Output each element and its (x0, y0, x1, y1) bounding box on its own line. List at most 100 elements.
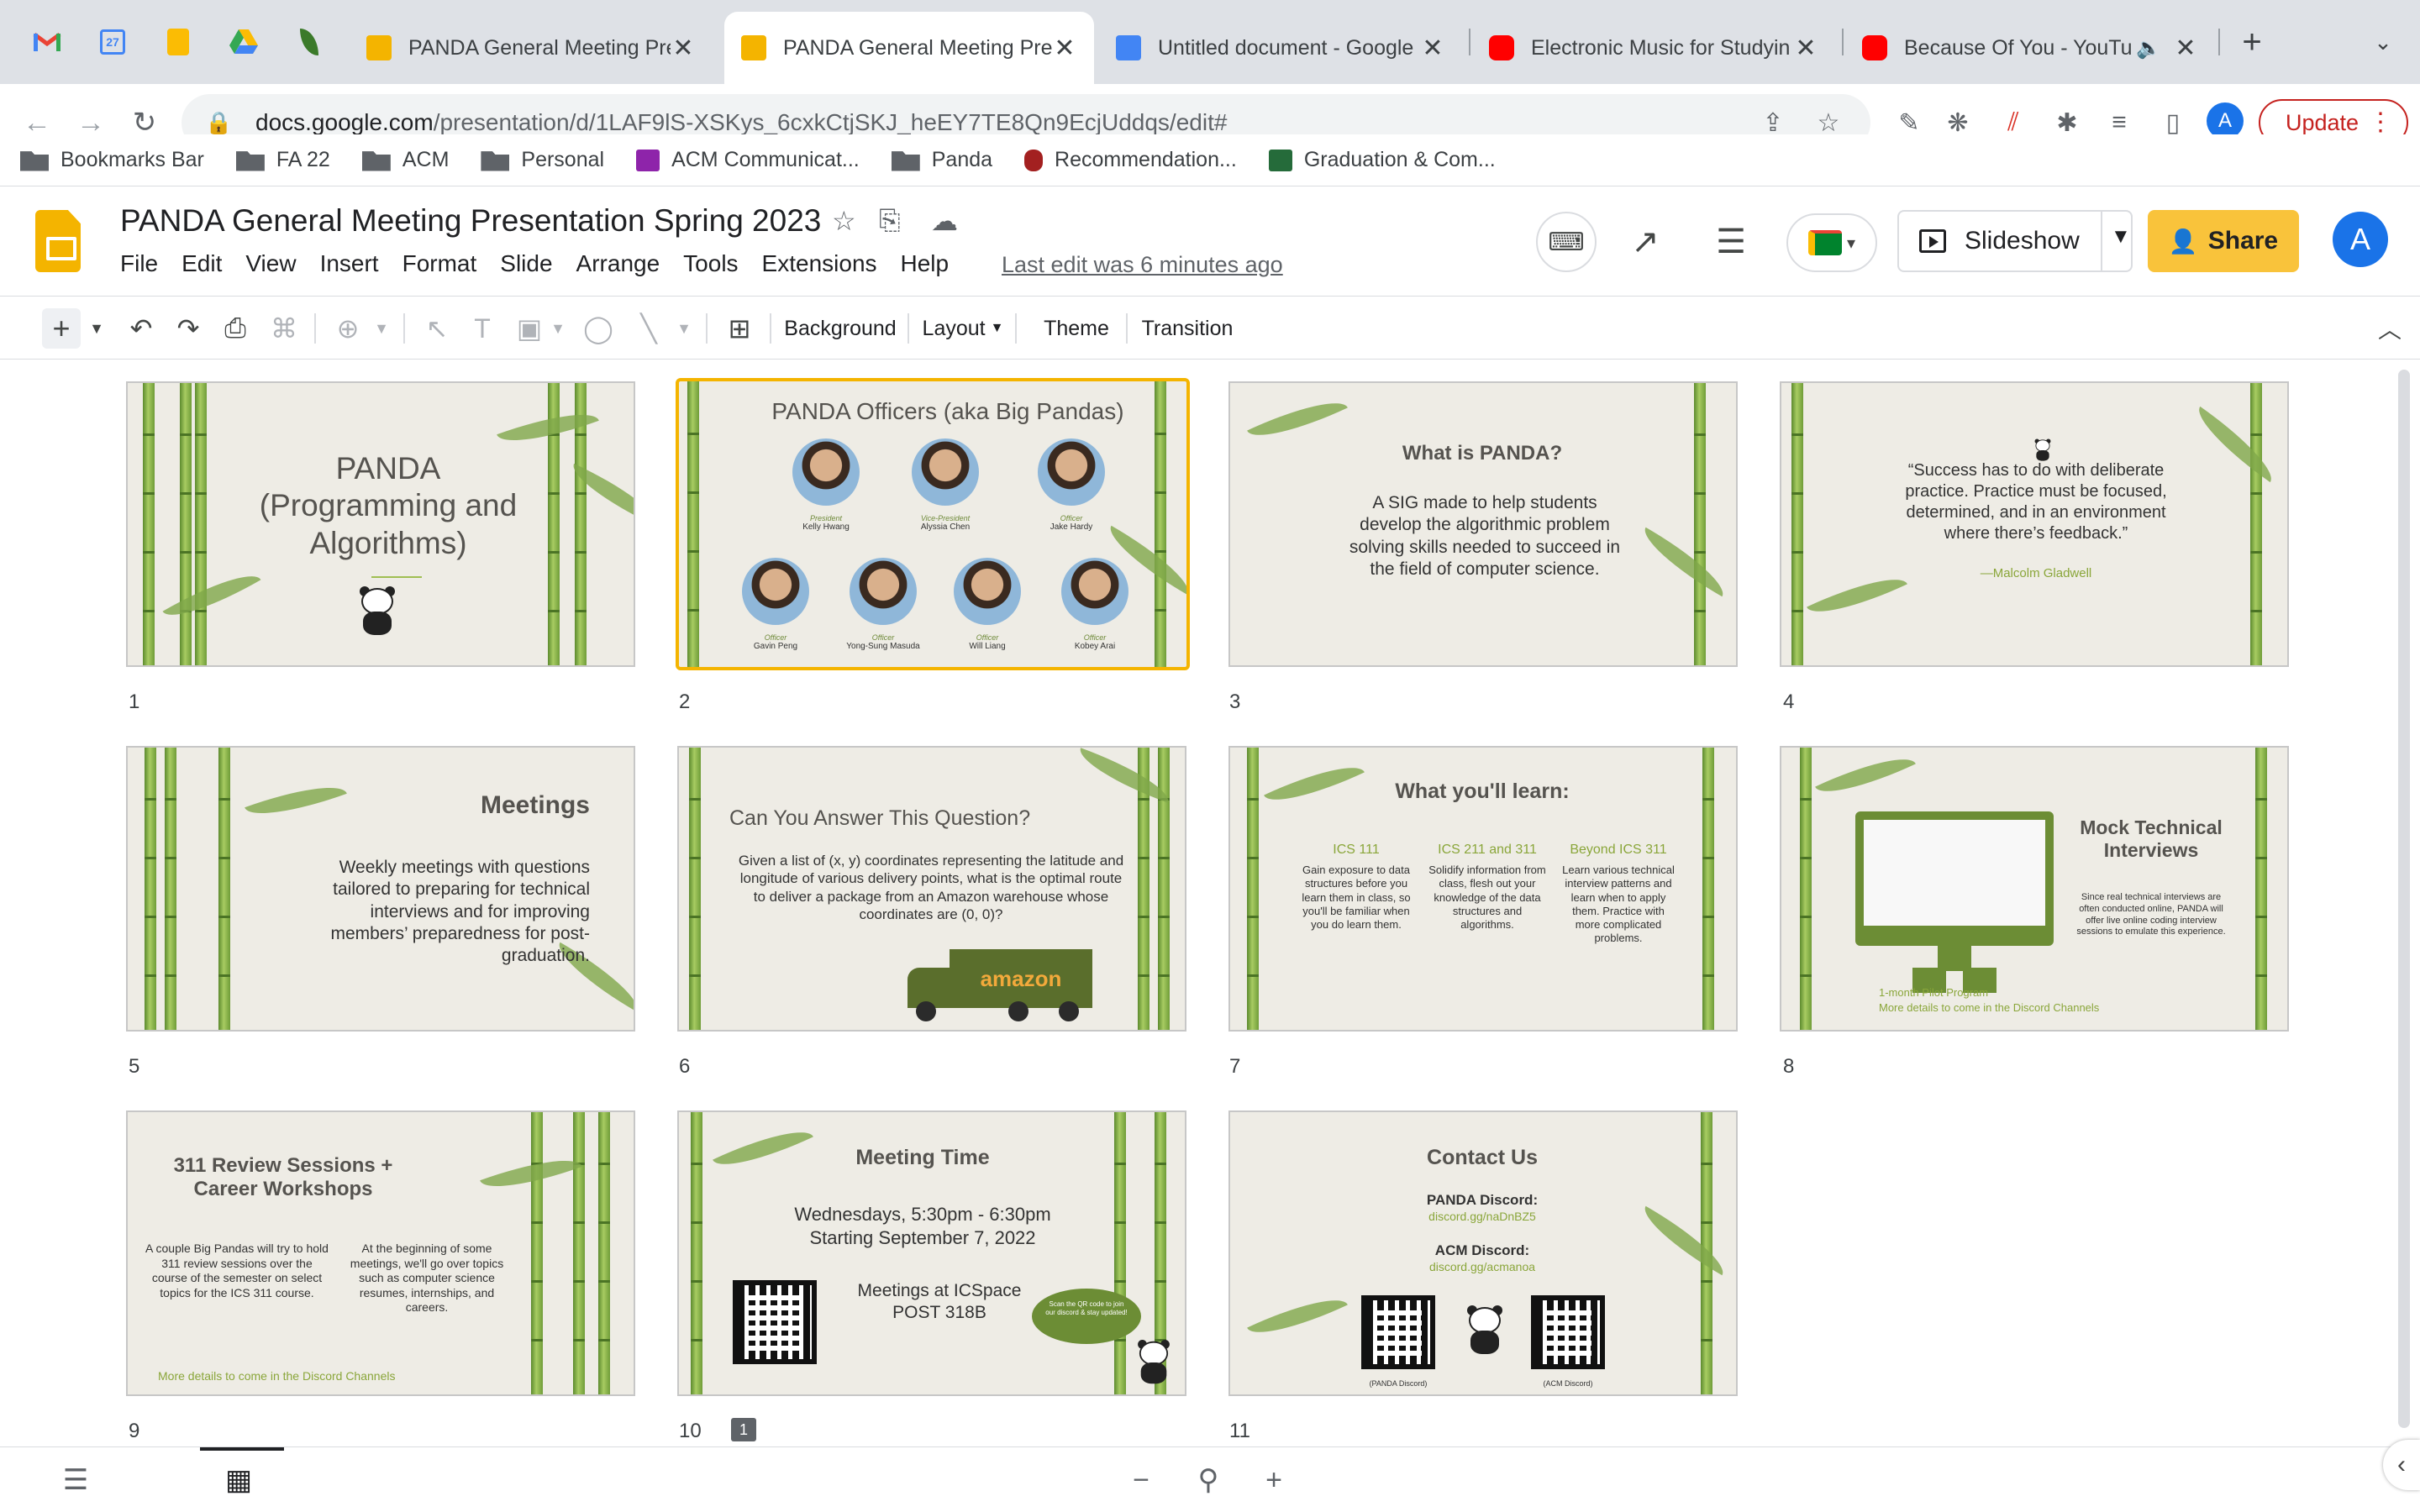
slide-thumbnail-8[interactable]: Mock Technical Interviews Since real tec… (1780, 746, 2289, 1032)
new-slide-layout-chevron-icon[interactable]: ▼ (84, 308, 109, 349)
close-icon[interactable]: ✕ (1420, 34, 1445, 63)
slides-logo-icon[interactable] (35, 210, 81, 272)
calendar-pinned-tab[interactable]: 27 (89, 18, 136, 66)
bookmark-folder[interactable]: Bookmarks Bar (20, 148, 204, 172)
leaf-decoration (1247, 1284, 1348, 1348)
account-avatar[interactable]: A (2333, 212, 2388, 267)
star-icon[interactable]: ☆ (832, 205, 856, 237)
share-button[interactable]: 👤 Share (2148, 210, 2299, 272)
slide-thumbnail-1[interactable]: PANDA (Programming and Algorithms) (126, 381, 635, 667)
menu-tools[interactable]: Tools (683, 250, 738, 277)
menu-edit[interactable]: Edit (182, 250, 222, 277)
bookmark-folder[interactable]: Personal (481, 148, 604, 172)
bamboo-decoration (145, 748, 156, 1030)
line-icon[interactable]: ╲ (629, 308, 669, 349)
tab-youtube-study-music[interactable]: Electronic Music for Studyin ✕ (1472, 12, 1835, 84)
vertical-scrollbar[interactable] (2398, 370, 2410, 1428)
tab-panda-2-active[interactable]: PANDA General Meeting Pre ✕ (724, 12, 1094, 84)
add-comment-icon[interactable]: ⊞ (719, 308, 760, 349)
theme-button[interactable]: Theme (1030, 308, 1123, 349)
bookmark-folder[interactable]: Panda (891, 148, 992, 172)
zoom-icon[interactable]: ⊕ (328, 308, 368, 349)
slide-thumbnail-7[interactable]: What you'll learn: ICS 111 Gain exposure… (1228, 746, 1738, 1032)
slide-thumbnail-10[interactable]: Meeting Time Wednesdays, 5:30pm - 6:30pm… (677, 1110, 1186, 1396)
tab-search-chevron-icon[interactable]: ⌄ (2360, 18, 2407, 66)
slide-thumbnail-9[interactable]: 311 Review Sessions + Career Workshops A… (126, 1110, 635, 1396)
slideshow-options-chevron-icon[interactable]: ▼ (2111, 225, 2131, 249)
text-box-icon[interactable]: T (462, 308, 502, 349)
background-button[interactable]: Background (781, 308, 899, 349)
comment-count-badge[interactable]: 1 (731, 1418, 756, 1441)
leaf-decoration (2187, 406, 2283, 483)
menu-file[interactable]: File (120, 250, 158, 277)
bamboo-pinned-tab[interactable] (286, 18, 333, 66)
slide-body: A SIG made to help students develop the … (1349, 493, 1621, 579)
slide-thumbnail-3[interactable]: What is PANDA? A SIG made to help studen… (1228, 381, 1738, 667)
comments-icon[interactable]: ☰ (1701, 212, 1761, 272)
slide-thumbnail-6[interactable]: Can You Answer This Question? Given a li… (677, 746, 1186, 1032)
activity-trend-icon[interactable]: ↗ (1615, 212, 1676, 272)
last-edit-link[interactable]: Last edit was 6 minutes ago (1002, 252, 1283, 278)
close-icon[interactable]: ✕ (1052, 34, 1077, 63)
tab-panda-1[interactable]: PANDA General Meeting Pre ✕ (350, 12, 713, 84)
present-to-meeting-icon[interactable]: ⌨ (1536, 212, 1597, 272)
lock-icon[interactable]: 🔒 (205, 110, 235, 136)
tab-youtube-because-of-you[interactable]: Because Of You - YouTu 🔈 ✕ (1845, 12, 2215, 84)
menu-help[interactable]: Help (901, 250, 950, 277)
zoom-search-icon[interactable]: ⚲ (1188, 1462, 1228, 1498)
zoom-in-icon[interactable]: + (1254, 1462, 1294, 1498)
slide-title: PANDA (Programming and Algorithms) (259, 451, 518, 560)
officer-card: Vice-President Alyssia Chen (899, 438, 992, 532)
zoom-out-icon[interactable]: − (1121, 1462, 1161, 1498)
menu-arrange[interactable]: Arrange (576, 250, 660, 277)
select-arrow-icon[interactable]: ↖ (417, 308, 457, 349)
undo-icon[interactable]: ↶ (121, 308, 161, 349)
slide-thumbnail-4[interactable]: “Success has to do with deliberate pract… (1780, 381, 2289, 667)
redo-icon[interactable]: ↷ (168, 308, 208, 349)
gmail-pinned-tab[interactable] (24, 18, 71, 66)
bookmark-link[interactable]: ACM Communicat... (636, 148, 860, 172)
print-icon[interactable]: ⎙ (215, 308, 255, 349)
image-icon[interactable]: ▣ (509, 308, 550, 349)
document-title[interactable]: PANDA General Meeting Presentation Sprin… (120, 203, 821, 239)
drive-pinned-tab[interactable] (220, 18, 267, 66)
move-folder-icon[interactable]: ⎘ (879, 205, 901, 237)
qr-code-image (733, 1280, 817, 1364)
bookmark-link[interactable]: Graduation & Com... (1268, 148, 1496, 172)
bookmark-link[interactable]: Recommendation... (1024, 148, 1237, 172)
keep-pinned-tab[interactable] (155, 18, 202, 66)
slide-thumbnail-5[interactable]: Meetings Weekly meetings with questions … (126, 746, 635, 1032)
bookmark-folder[interactable]: ACM (361, 148, 449, 172)
new-tab-button[interactable]: + (2228, 18, 2275, 66)
close-icon[interactable]: ✕ (2173, 34, 2198, 63)
slide-thumbnail-11[interactable]: Contact Us PANDA Discord: discord.gg/naD… (1228, 1110, 1738, 1396)
image-chevron-icon[interactable]: ▼ (546, 308, 570, 349)
menu-extensions[interactable]: Extensions (762, 250, 877, 277)
more-vert-icon[interactable]: ⋮ (2368, 108, 2393, 137)
new-slide-button[interactable]: + (42, 308, 81, 349)
bookmark-folder[interactable]: FA 22 (235, 148, 330, 172)
layout-button[interactable]: Layout ▼ (919, 308, 1007, 349)
grid-view-icon[interactable]: ▦ (218, 1462, 259, 1498)
collapse-menus-chevron-icon[interactable]: ︿ (2370, 308, 2410, 349)
line-chevron-icon[interactable]: ▼ (672, 308, 696, 349)
tab-google-doc[interactable]: Untitled document - Google ✕ (1099, 12, 1462, 84)
bamboo-decoration (1155, 381, 1166, 667)
meet-button[interactable]: ▾ (1786, 213, 1877, 272)
menu-view[interactable]: View (245, 250, 296, 277)
menu-slide[interactable]: Slide (500, 250, 552, 277)
paint-format-icon[interactable]: ⌘ (264, 308, 304, 349)
speaker-icon[interactable]: 🔈 (2136, 36, 2161, 60)
close-icon[interactable]: ✕ (671, 34, 696, 63)
slideshow-button[interactable]: Slideshow ▼ (1897, 210, 2133, 272)
close-icon[interactable]: ✕ (1793, 34, 1818, 63)
shape-icon[interactable]: ◯ (578, 308, 618, 349)
scrollbar-thumb[interactable] (2398, 370, 2410, 1428)
menu-format[interactable]: Format (402, 250, 477, 277)
slide-thumbnail-2-selected[interactable]: PANDA Officers (aka Big Pandas) Presiden… (676, 378, 1190, 670)
menu-insert[interactable]: Insert (320, 250, 379, 277)
zoom-chevron-icon[interactable]: ▼ (370, 308, 393, 349)
cloud-saved-icon[interactable]: ☁ (931, 205, 958, 237)
filmstrip-view-icon[interactable]: ☰ (55, 1462, 96, 1498)
transition-button[interactable]: Transition (1136, 308, 1239, 349)
